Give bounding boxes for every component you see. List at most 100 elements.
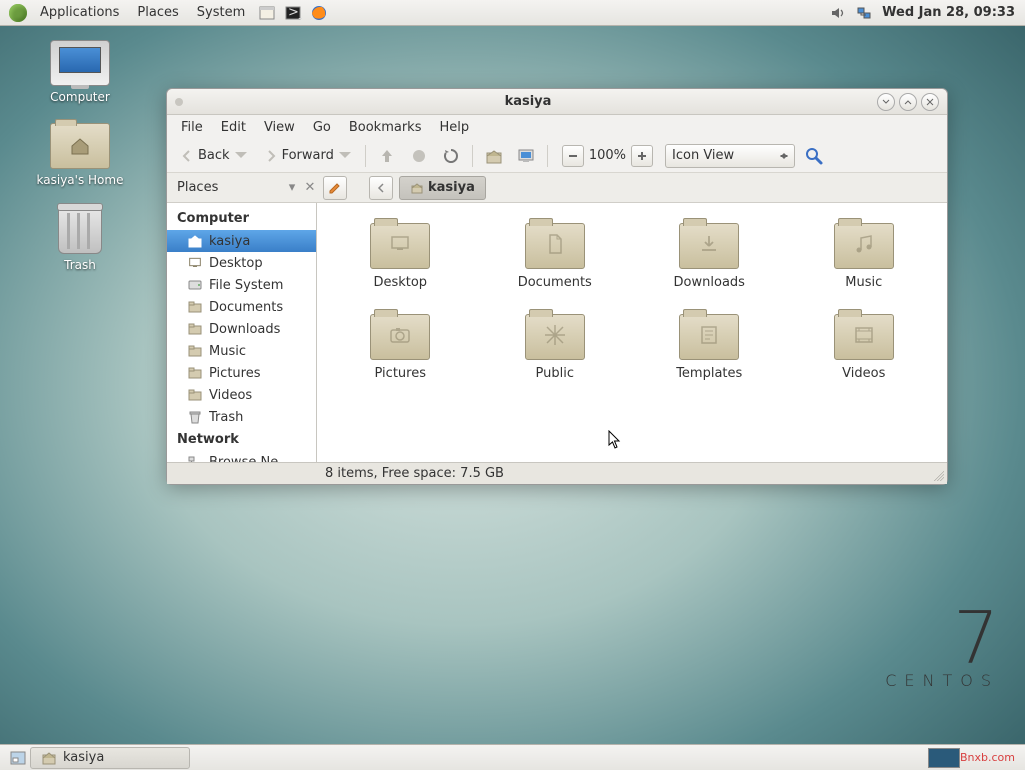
- folder-icon: [525, 314, 585, 360]
- sidebar-item-label: kasiya: [209, 234, 250, 249]
- firefox-launcher-icon[interactable]: [308, 2, 330, 24]
- desktop-icon-label: kasiya's Home: [37, 173, 124, 187]
- file-manager-launcher-icon[interactable]: [256, 2, 278, 24]
- system-menu[interactable]: System: [189, 2, 253, 23]
- folder-icon: [679, 223, 739, 269]
- zoom-level: 100%: [589, 148, 626, 163]
- desktop-icon-label: Trash: [64, 258, 96, 272]
- sidebar-item-music[interactable]: Music: [167, 340, 316, 362]
- sidebar-item-videos[interactable]: Videos: [167, 384, 316, 406]
- sidebar: Computer kasiya Desktop File System Document…: [167, 203, 317, 462]
- menu-edit[interactable]: Edit: [213, 118, 254, 137]
- edit-location-button[interactable]: [323, 176, 347, 200]
- sidebar-item-label: Pictures: [209, 366, 260, 381]
- network-icon[interactable]: [853, 2, 875, 24]
- folder-icon: [370, 223, 430, 269]
- trash-icon: [187, 409, 203, 425]
- folder-videos[interactable]: Videos: [791, 310, 938, 385]
- desktop-icons: Computer kasiya's Home Trash: [30, 40, 130, 291]
- chevron-down-icon: [233, 148, 249, 164]
- folder-music[interactable]: Music: [791, 219, 938, 294]
- sidebar-item-downloads[interactable]: Downloads: [167, 318, 316, 340]
- zoom-out-button[interactable]: [562, 145, 584, 167]
- folder-label: Videos: [842, 366, 885, 381]
- watermark: Bnxb.com: [960, 751, 1015, 764]
- status-bar: 8 items, Free space: 7.5 GB: [167, 462, 947, 484]
- svg-text:>_: >_: [288, 5, 302, 20]
- applications-menu[interactable]: Applications: [32, 2, 127, 23]
- home-button[interactable]: [481, 143, 507, 169]
- reload-button[interactable]: [438, 143, 464, 169]
- sidebar-item-pictures[interactable]: Pictures: [167, 362, 316, 384]
- terminal-launcher-icon[interactable]: >_: [282, 2, 304, 24]
- close-button[interactable]: [921, 93, 939, 111]
- folder-icon: [187, 387, 203, 403]
- sidebar-item-trash[interactable]: Trash: [167, 406, 316, 428]
- sidebar-item-file-system[interactable]: File System: [167, 274, 316, 296]
- folder-documents[interactable]: Documents: [482, 219, 629, 294]
- titlebar[interactable]: kasiya: [167, 89, 947, 115]
- stop-button[interactable]: [406, 143, 432, 169]
- folder-icon: [187, 299, 203, 315]
- folder-label: Documents: [518, 275, 592, 290]
- menu-help[interactable]: Help: [431, 118, 477, 137]
- folder-public[interactable]: Public: [482, 310, 629, 385]
- clock[interactable]: Wed Jan 28, 09:33: [878, 5, 1019, 20]
- sidebar-chevron-icon[interactable]: ▾: [285, 181, 299, 195]
- folder-templates[interactable]: Templates: [636, 310, 783, 385]
- location-bar: Places ▾ ✕ kasiya: [167, 173, 947, 203]
- desktop-icon-computer[interactable]: Computer: [30, 40, 130, 105]
- trash-icon: [58, 206, 102, 254]
- search-button[interactable]: [801, 143, 827, 169]
- show-desktop-button[interactable]: [7, 747, 29, 769]
- desktop-icon-home[interactable]: kasiya's Home: [30, 123, 130, 188]
- folder-downloads[interactable]: Downloads: [636, 219, 783, 294]
- menu-view[interactable]: View: [256, 118, 303, 137]
- sidebar-item-label: File System: [209, 278, 283, 293]
- sidebar-heading: Network: [167, 428, 316, 451]
- up-button[interactable]: [374, 143, 400, 169]
- folder-desktop[interactable]: Desktop: [327, 219, 474, 294]
- home-icon: [187, 233, 203, 249]
- maximize-button[interactable]: [899, 93, 917, 111]
- distro-logo-icon[interactable]: [7, 2, 29, 24]
- sidebar-heading: Computer: [167, 207, 316, 230]
- back-button[interactable]: Back: [175, 146, 253, 166]
- folder-label: Desktop: [373, 275, 427, 290]
- sidebar-item-kasiya[interactable]: kasiya: [167, 230, 316, 252]
- folder-icon: [370, 314, 430, 360]
- places-menu[interactable]: Places: [129, 2, 186, 23]
- top-panel: Applications Places System >_ Wed Jan 28…: [0, 0, 1025, 26]
- taskbar-item[interactable]: kasiya: [30, 747, 190, 769]
- folder-icon: [187, 321, 203, 337]
- sidebar-item-documents[interactable]: Documents: [167, 296, 316, 318]
- folder-icon: [525, 223, 585, 269]
- folder-label: Public: [536, 366, 574, 381]
- view-mode-select[interactable]: Icon View: [665, 144, 795, 168]
- folder-pictures[interactable]: Pictures: [327, 310, 474, 385]
- window-menu-icon[interactable]: [175, 98, 183, 106]
- sidebar-close-icon[interactable]: ✕: [303, 181, 317, 195]
- sidebar-item-desktop[interactable]: Desktop: [167, 252, 316, 274]
- folder-label: Templates: [676, 366, 742, 381]
- workspace-switcher[interactable]: [928, 748, 960, 768]
- sidebar-item-label: Documents: [209, 300, 283, 315]
- folder-content[interactable]: Desktop Documents DownloadsMusic Pictures Pu…: [317, 203, 947, 462]
- chevron-down-icon: [337, 148, 353, 164]
- sidebar-item-label: Trash: [209, 410, 243, 425]
- forward-button[interactable]: Forward: [259, 146, 357, 166]
- volume-icon[interactable]: [827, 2, 849, 24]
- path-segment-home[interactable]: kasiya: [399, 176, 486, 200]
- menu-bookmarks[interactable]: Bookmarks: [341, 118, 430, 137]
- menu-go[interactable]: Go: [305, 118, 339, 137]
- minimize-button[interactable]: [877, 93, 895, 111]
- menu-file[interactable]: File: [173, 118, 211, 137]
- desktop-icon: [187, 255, 203, 271]
- computer-button[interactable]: [513, 143, 539, 169]
- desktop-icon-trash[interactable]: Trash: [30, 206, 130, 273]
- bottom-panel: kasiya Bnxb.com: [0, 744, 1025, 770]
- path-back-button[interactable]: [369, 176, 393, 200]
- home-folder-icon: [41, 750, 57, 766]
- sidebar-item-browse-ne-[interactable]: Browse Ne...: [167, 451, 316, 462]
- zoom-in-button[interactable]: [631, 145, 653, 167]
